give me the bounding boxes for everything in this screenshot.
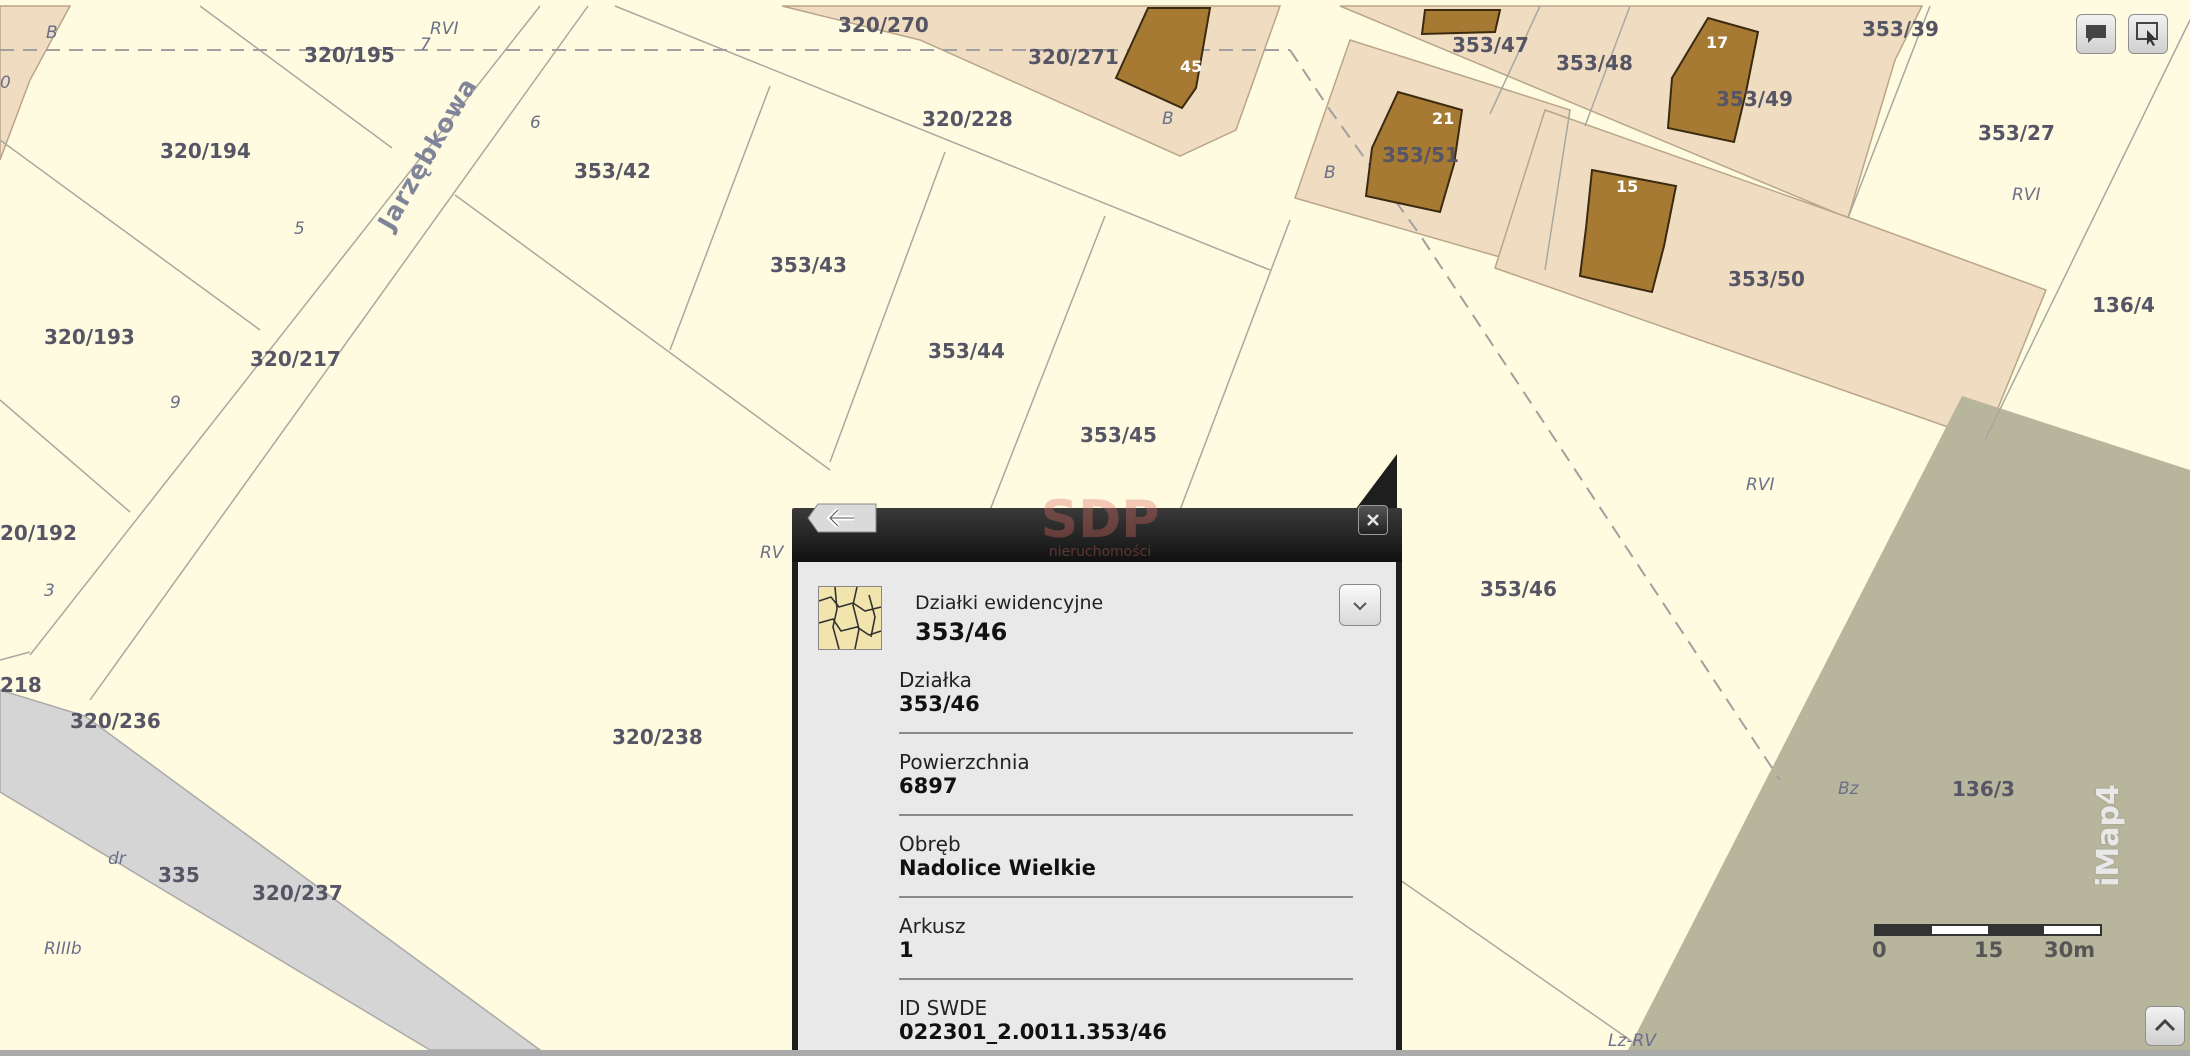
field-id-swde: ID SWDE 022301_2.0011.353/46 [899,996,1353,1044]
chevron-up-icon [2154,1018,2176,1032]
close-button[interactable] [1358,505,1388,535]
field-obreb: Obręb Nadolice Wielkie [899,832,1353,898]
landuse-label: B [1162,109,1174,129]
scale-label: 15 [1974,938,2004,962]
landuse-label: RVI [2012,185,2040,205]
logo-text: iMap4 [2090,784,2126,887]
scale-bar: 0 15 30m [1872,922,2104,962]
field-value: 6897 [899,774,958,798]
landuse-label: RV [760,543,785,563]
parcel-label: 353/48 [1556,51,1633,75]
parcel-label: 320/195 [304,43,395,67]
parcel-label: 320/237 [252,881,343,905]
address-number: 6 [530,113,541,133]
landuse-label: RIIIb [44,939,82,959]
parcel-label: 136/4 [2092,293,2155,317]
parcel-label: 335 [158,863,200,887]
parcel-label: 353/51 [1382,143,1459,167]
chevron-down-icon [1353,602,1367,611]
field-label: Powierzchnia [899,750,1030,774]
field-label: Obręb [899,832,961,856]
landuse-label: RVI [1746,475,1774,495]
landuse-label: B [46,23,58,43]
parcel-label: 136/3 [1952,777,2015,801]
landuse-label: Lz-RV [1608,1031,1657,1051]
parcel-label: 320/270 [838,13,929,37]
scale-label: 30m [2044,938,2096,962]
parcel-label: 353/47 [1452,33,1529,57]
parcel-label: 353/27 [1978,121,2055,145]
field-divider [899,896,1353,898]
address-number: 5 [294,219,305,239]
identify-button[interactable] [2128,14,2168,54]
landuse-label: B [1324,163,1336,183]
address-number: 9 [170,393,181,413]
layer-value: 353/46 [915,618,1008,646]
parcel-label: 353/39 [1862,17,1939,41]
popup-body: Działki ewidencyjne 353/46 Działka 353/4… [792,562,1402,1056]
parcel-label: 320/238 [612,725,703,749]
popup-pointer [1355,454,1397,510]
scale-bar-track [1874,924,2102,936]
parcel-label: 353/42 [574,159,651,183]
watermark-sub: nieruchomości [1048,544,1152,560]
bottom-border [0,1050,2190,1056]
house-number: 17 [1706,33,1728,52]
parcel-label: 218 [0,673,42,697]
address-number: 0 [0,73,11,93]
parcel-label: 320/236 [70,709,161,733]
field-label: ID SWDE [899,996,988,1020]
scale-segment [1876,926,1932,934]
parcel-label: 320/194 [160,139,251,163]
comment-button[interactable] [2076,14,2116,54]
parcel-label: 320/228 [922,107,1013,131]
field-value: Nadolice Wielkie [899,856,1096,880]
imap-logo: iMap4 [2091,738,2190,938]
parcel-label: 353/44 [928,339,1005,363]
field-arkusz: Arkusz 1 [899,914,1353,980]
parcel-label: 353/46 [1480,577,1557,601]
address-number: 7 [420,35,431,55]
house-number: 45 [1180,57,1202,76]
landuse-label: RVI [430,19,458,39]
house-number: 15 [1616,177,1638,196]
layer-title: Działki ewidencyjne [915,592,1104,614]
field-value: 022301_2.0011.353/46 [899,1020,1167,1044]
scale-label: 0 [1872,938,1887,962]
speech-bubble-icon [2086,25,2106,43]
identify-cursor-icon [2136,22,2158,46]
landuse-label: Bz [1838,779,1860,799]
parcel-label: 20/192 [0,521,77,545]
field-divider [899,732,1353,734]
scroll-up-button[interactable] [2145,1006,2185,1046]
close-icon [1367,514,1379,526]
scale-segment [1988,926,2044,934]
parcel-layer-icon [818,586,882,650]
parcel-label: 353/49 [1716,87,1793,111]
house-number: 21 [1432,109,1454,128]
field-value: 353/46 [899,692,980,716]
field-divider [899,814,1353,816]
field-label: Arkusz [899,914,966,938]
popup-header: SDP nieruchomości [792,492,1402,562]
field-dzialka: Działka 353/46 [899,668,1353,734]
field-divider [899,978,1353,980]
parcel-info-popup: SDP nieruchomości Działki ewidencyjne 35… [792,492,1402,1056]
parcel-label: 320/271 [1028,45,1119,69]
parcel-label: 320/193 [44,325,135,349]
parcel-label: 320/217 [250,347,341,371]
address-number: 3 [44,581,55,601]
expand-button[interactable] [1339,584,1381,626]
landuse-label: dr [108,849,127,869]
field-value: 1 [899,938,914,962]
field-label: Działka [899,668,972,692]
back-button[interactable] [806,502,880,538]
parcel-label: 353/45 [1080,423,1157,447]
field-powierzchnia: Powierzchnia 6897 [899,750,1353,816]
parcel-label: 353/43 [770,253,847,277]
parcel-label: 353/50 [1728,267,1805,291]
